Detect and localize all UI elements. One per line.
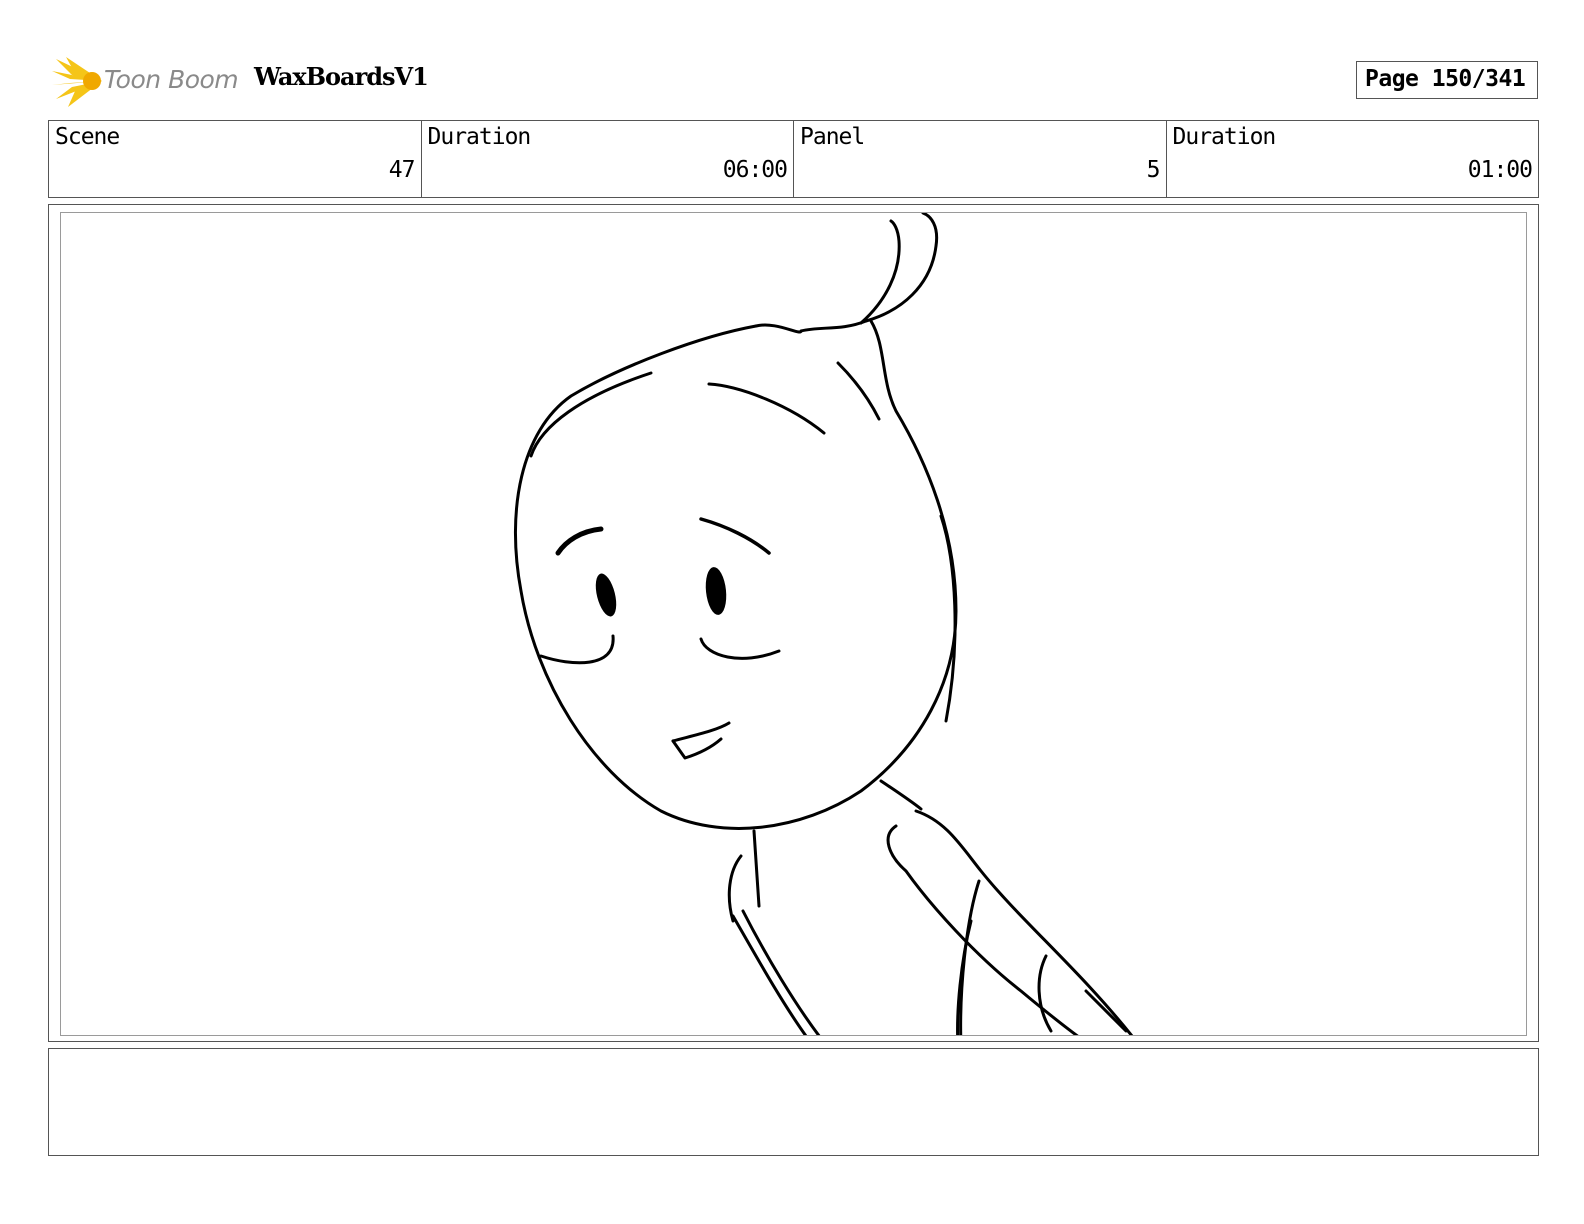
- scene-duration-label: Duration: [427, 124, 532, 150]
- storyboard-panel-frame: [48, 204, 1539, 1042]
- scene-cell: Scene 47: [49, 121, 422, 197]
- panel-label: Panel: [800, 124, 865, 150]
- scene-duration-value: 06:00: [722, 157, 788, 183]
- logo-text: Toon Boom: [104, 65, 239, 94]
- panel-duration-label: Duration: [1172, 124, 1277, 150]
- character-sketch: [513, 213, 1134, 1035]
- page-label: Page 150/341: [1365, 66, 1526, 92]
- panel-cell: Panel 5: [794, 121, 1167, 197]
- scene-value: 47: [388, 157, 416, 183]
- scene-label: Scene: [55, 124, 120, 150]
- scene-duration-cell: Duration 06:00: [422, 121, 794, 197]
- panel-value: 5: [1146, 157, 1161, 183]
- toon-boom-sunburst-icon: [52, 57, 102, 107]
- panel-duration-value: 01:00: [1467, 157, 1533, 183]
- panel-duration-cell: Duration 01:00: [1167, 121, 1539, 197]
- panel-info-row: Scene 47 Duration 06:00 Panel 5 Duration…: [48, 120, 1539, 198]
- panel-notes-box: [48, 1048, 1539, 1156]
- page-indicator: Page 150/341: [1356, 61, 1538, 99]
- storyboard-panel-image: [60, 212, 1527, 1036]
- project-title: WaxBoardsV1: [254, 62, 429, 91]
- toon-boom-logo: Toon Boom: [52, 55, 242, 107]
